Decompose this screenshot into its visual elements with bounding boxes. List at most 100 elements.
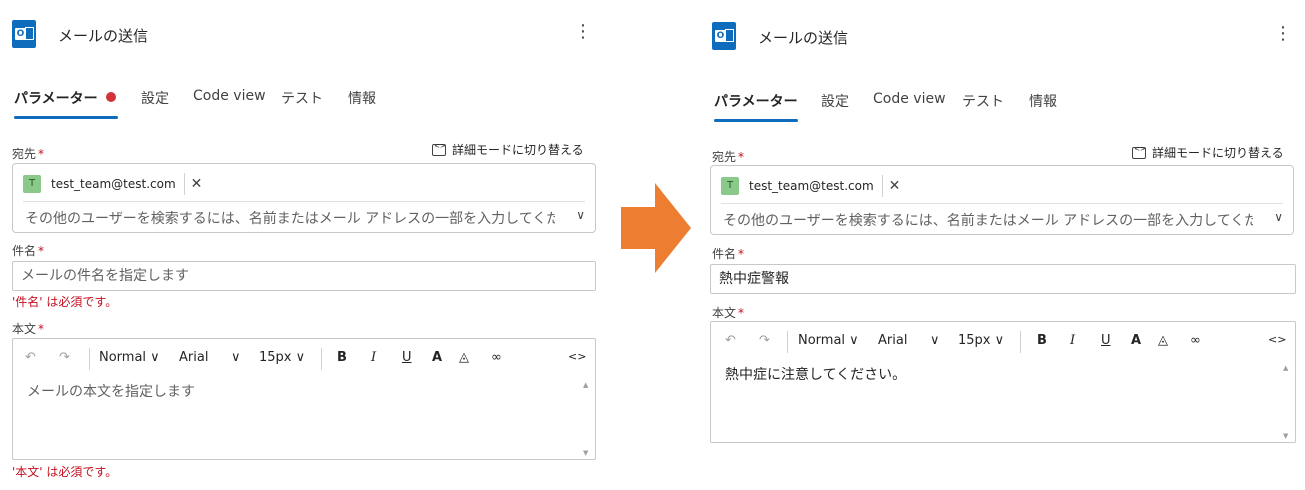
bold-icon[interactable]: B [1037, 333, 1047, 348]
divider [23, 201, 585, 202]
bold-icon[interactable]: B [337, 350, 347, 365]
panel-title: メールの送信 [758, 29, 849, 47]
to-search-input[interactable]: その他のユーザーを検索するには、名前またはメール アドレスの一部を入力してくだ [25, 208, 555, 228]
tab-test[interactable]: テスト [962, 91, 1004, 111]
to-label: 宛先 * [12, 147, 45, 161]
highlight-icon[interactable]: ◬ [1158, 333, 1168, 348]
divider [183, 173, 185, 195]
outlook-icon: O [12, 20, 36, 48]
chevron-down-icon[interactable]: ∨ [231, 350, 241, 365]
to-search-input[interactable]: その他のユーザーを検索するには、名前またはメール アドレスの一部を入力してくだ [723, 210, 1253, 230]
divider [881, 175, 883, 197]
body-label: 本文 * [12, 322, 45, 336]
link-icon[interactable]: ∞ [491, 350, 502, 365]
scrollbar[interactable]: ▲ ▼ [581, 381, 593, 457]
send-mail-panel-before: O メールの送信 ⋮ パラメーター 設定 Code view テスト 情報 宛先… [0, 0, 600, 490]
tab-settings[interactable]: 設定 [141, 88, 169, 108]
right-arrow-icon [621, 183, 691, 273]
tab-info[interactable]: 情報 [348, 88, 376, 108]
send-mail-panel-after: O メールの送信 ⋮ パラメーター 設定 Code view テスト 情報 宛先… [700, 0, 1300, 490]
tab-bar: パラメーター 設定 Code view テスト 情報 [714, 91, 1294, 125]
panel-header: O メールの送信 ⋮ [712, 22, 1292, 54]
divider [721, 203, 1283, 204]
scroll-up-icon[interactable]: ▲ [1283, 364, 1288, 372]
code-edit-icon [1132, 145, 1146, 159]
chevron-down-icon[interactable]: ∨ [930, 333, 940, 348]
divider [89, 348, 90, 370]
panel-title: メールの送信 [58, 27, 149, 45]
close-icon[interactable]: ✕ [191, 176, 203, 192]
underline-icon[interactable]: U [1101, 333, 1111, 348]
scrollbar[interactable]: ▲ ▼ [1281, 364, 1293, 440]
advanced-mode-label: 詳細モードに切り替える [452, 143, 584, 157]
recipient-chip[interactable]: T test_team@test.com ✕ [23, 172, 202, 196]
italic-icon[interactable]: I [1070, 333, 1075, 348]
highlight-icon[interactable]: ◬ [459, 350, 469, 365]
to-field[interactable]: T test_team@test.com ✕ その他のユーザーを検索するには、名… [12, 163, 596, 233]
body-editor[interactable]: ↶ ↷ Normal ∨ Arial ∨ 15px ∨ B I U A ◬ ∞ … [710, 321, 1296, 443]
recipient-email: test_team@test.com [51, 177, 176, 191]
advanced-mode-label: 詳細モードに切り替える [1152, 146, 1284, 160]
tab-label: パラメーター [14, 91, 98, 107]
to-field[interactable]: T test_team@test.com ✕ その他のユーザーを検索するには、名… [710, 165, 1294, 235]
chevron-down-icon[interactable]: ∨ [1274, 210, 1283, 224]
to-label: 宛先 * [712, 150, 745, 164]
font-size-dropdown[interactable]: 15px ∨ [259, 350, 305, 365]
link-icon[interactable]: ∞ [1190, 333, 1201, 348]
code-icon[interactable]: <> [568, 350, 586, 363]
tab-settings[interactable]: 設定 [821, 91, 849, 111]
close-icon[interactable]: ✕ [889, 178, 901, 194]
subject-input[interactable]: 熱中症警報 [710, 264, 1296, 294]
avatar: T [23, 175, 41, 193]
active-tab-indicator [714, 119, 798, 122]
active-tab-indicator [14, 116, 118, 119]
scroll-up-icon[interactable]: ▲ [583, 381, 588, 389]
paragraph-style-dropdown[interactable]: Normal ∨ [99, 350, 160, 365]
subject-input[interactable]: メールの件名を指定します [12, 261, 596, 291]
scroll-down-icon[interactable]: ▼ [1283, 432, 1288, 440]
paragraph-style-dropdown[interactable]: Normal ∨ [798, 333, 859, 348]
outlook-icon: O [712, 22, 736, 50]
tab-info[interactable]: 情報 [1029, 91, 1057, 111]
recipient-chip[interactable]: T test_team@test.com ✕ [721, 174, 900, 198]
tab-test[interactable]: テスト [281, 88, 323, 108]
redo-icon[interactable]: ↷ [759, 333, 770, 348]
font-color-icon[interactable]: A [432, 350, 442, 365]
italic-icon[interactable]: I [371, 350, 376, 365]
tab-code-view[interactable]: Code view [193, 88, 266, 104]
font-color-icon[interactable]: A [1131, 333, 1141, 348]
tab-bar: パラメーター 設定 Code view テスト 情報 [14, 88, 594, 122]
more-vertical-icon[interactable]: ⋮ [574, 23, 592, 41]
code-edit-icon [432, 142, 446, 156]
redo-icon[interactable]: ↷ [59, 350, 70, 365]
font-size-dropdown[interactable]: 15px ∨ [958, 333, 1004, 348]
body-text[interactable]: メールの本文を指定します [27, 381, 195, 401]
avatar: T [721, 177, 739, 195]
font-family-dropdown[interactable]: Arial [179, 350, 208, 365]
chevron-down-icon[interactable]: ∨ [576, 208, 585, 222]
body-error: '本文' は必須です。 [12, 465, 118, 479]
body-label: 本文 * [712, 306, 745, 320]
advanced-mode-link[interactable]: 詳細モードに切り替える [432, 141, 584, 158]
body-text[interactable]: 熱中症に注意してください。 [725, 364, 906, 384]
subject-label: 件名 * [712, 247, 745, 261]
panel-header: O メールの送信 ⋮ [12, 20, 592, 52]
underline-icon[interactable]: U [402, 350, 412, 365]
advanced-mode-link[interactable]: 詳細モードに切り替える [1132, 144, 1284, 161]
code-icon[interactable]: <> [1268, 333, 1286, 346]
divider [1020, 331, 1021, 353]
more-vertical-icon[interactable]: ⋮ [1274, 25, 1292, 43]
error-dot-icon [105, 92, 116, 102]
body-editor[interactable]: ↶ ↷ Normal ∨ Arial ∨ 15px ∨ B I U A ◬ ∞ … [12, 338, 596, 460]
recipient-email: test_team@test.com [749, 179, 874, 193]
scroll-down-icon[interactable]: ▼ [583, 449, 588, 457]
tab-parameters[interactable]: パラメーター [14, 88, 116, 108]
tab-code-view[interactable]: Code view [873, 91, 946, 107]
divider [787, 331, 788, 353]
font-family-dropdown[interactable]: Arial [878, 333, 907, 348]
subject-label: 件名 * [12, 244, 45, 258]
undo-icon[interactable]: ↶ [25, 350, 36, 365]
undo-icon[interactable]: ↶ [725, 333, 736, 348]
tab-parameters[interactable]: パラメーター [714, 91, 798, 111]
divider [321, 348, 322, 370]
